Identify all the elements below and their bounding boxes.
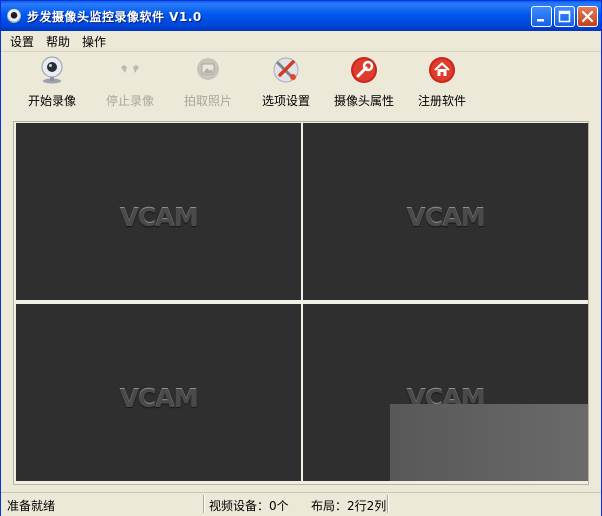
register-label: 注册软件 [417,94,466,108]
vcam-watermark: VCAM [406,203,486,232]
status-devices: 视频设备：0个 [209,499,289,513]
video-pane-3[interactable]: VCAM [16,304,301,481]
status-bar: 准备就绪 视频设备：0个 布局：2行2列 [1,492,601,516]
video-pane-1[interactable]: VCAM [16,123,301,300]
maximize-button[interactable] [554,6,575,27]
title-bar[interactable]: 步发摄像头监控录像软件 V1.0 [1,1,601,31]
camera-properties-button[interactable]: 摄像头属性 [329,52,399,112]
status-ready: 准备就绪 [7,499,56,513]
vcam-watermark: VCAM [119,203,199,232]
options-button[interactable]: 选项设置 [251,52,321,112]
toolbar: 开始录像 停止录像 拍取照片 选项设置 摄像头属性 注册软件 [1,52,601,119]
start-record-label: 开始录像 [27,94,76,108]
webcam-icon [41,56,63,84]
close-button[interactable] [577,6,598,27]
options-label: 选项设置 [261,94,310,108]
register-button[interactable]: 注册软件 [407,52,477,112]
video-pane-2[interactable]: VCAM [303,123,588,300]
minimize-button[interactable] [531,6,552,27]
menu-settings[interactable]: 设置 [10,33,34,50]
menu-bar: 设置 帮助 操作 [1,31,601,52]
stop-record-label: 停止录像 [105,94,154,108]
video-overlay-region [390,404,588,481]
webcam-app-icon[interactable] [7,9,21,23]
start-record-button[interactable]: 开始录像 [17,52,87,112]
menu-help[interactable]: 帮助 [46,33,70,50]
status-divider [203,495,204,513]
video-grid: VCAM VCAM VCAM VCAM [13,121,589,485]
close-icon [581,10,594,23]
camera-properties-label: 摄像头属性 [333,94,394,108]
video-pane-4[interactable]: VCAM [303,304,588,481]
vcam-watermark: VCAM [119,384,199,413]
photo-icon [197,58,219,80]
wrench-icon [351,57,377,83]
status-divider [387,495,388,513]
window-title: 步发摄像头监控录像软件 V1.0 [27,10,202,24]
stop-record-button[interactable]: 停止录像 [95,52,165,112]
status-layout: 布局：2行2列 [311,499,387,513]
minimize-icon [537,19,544,22]
maximize-icon [558,10,571,23]
app-window: 步发摄像头监控录像软件 V1.0 设置 帮助 操作 开始录像 停止录像 拍取照片… [0,0,602,516]
settings-tools-icon [273,57,299,83]
capture-photo-button[interactable]: 拍取照片 [173,52,243,112]
home-icon [429,57,455,83]
menu-operations[interactable]: 操作 [82,33,106,50]
capture-photo-label: 拍取照片 [183,94,232,108]
stop-record-icon [121,65,139,73]
